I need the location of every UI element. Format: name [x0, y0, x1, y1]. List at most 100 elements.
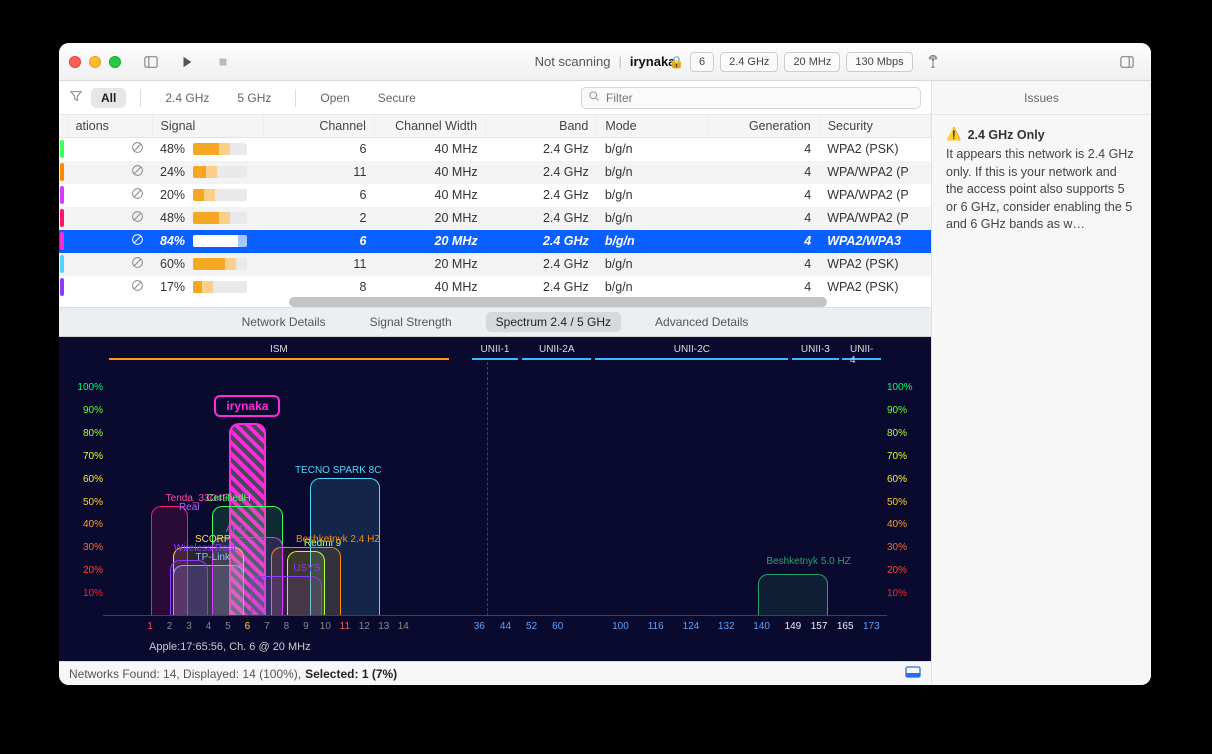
channel-tick: 149 [785, 621, 802, 632]
channel-tick: 173 [863, 621, 880, 632]
cell-mode: b/g/n [597, 253, 708, 276]
col-security[interactable]: Security [819, 115, 930, 138]
cell-security: WPA/WPA2 (P [819, 184, 930, 207]
play-scan-button[interactable] [173, 51, 201, 73]
filter-funnel-icon[interactable] [69, 89, 83, 106]
zoom-window-button[interactable] [109, 56, 121, 68]
cell-mode: b/g/n [597, 207, 708, 230]
channel-tick: 7 [264, 621, 270, 632]
signal-text: 24% [160, 165, 185, 179]
cell-width: 20 MHz [374, 230, 485, 253]
secure-icon [131, 212, 144, 226]
minimize-window-button[interactable] [89, 56, 101, 68]
table-row[interactable]: 48% 2 20 MHz 2.4 GHz b/g/n 4 WPA/WPA2 (P [59, 207, 931, 230]
pill-rate[interactable]: 130 Mbps [846, 52, 912, 72]
y-tick: 50% [887, 497, 927, 508]
signal-bar [193, 212, 247, 224]
tab-network-details[interactable]: Network Details [232, 312, 336, 332]
cell-mode: b/g/n [597, 138, 708, 161]
cell-security: WPA2 (PSK) [819, 276, 930, 299]
tab-signal-strength[interactable]: Signal Strength [360, 312, 462, 332]
pill-band[interactable]: 2.4 GHz [720, 52, 778, 72]
detail-panel-icon[interactable] [905, 666, 921, 681]
filter-open[interactable]: Open [310, 88, 359, 108]
band-label: UNII-3 [801, 344, 830, 355]
stop-scan-button[interactable] [209, 51, 237, 73]
filter-secure[interactable]: Secure [368, 88, 426, 108]
horizontal-scrollbar[interactable] [289, 297, 827, 307]
secure-icon [131, 235, 144, 249]
table-header-row: ations Signal Channel Channel Width Band… [59, 115, 931, 138]
filter-all[interactable]: All [91, 88, 126, 108]
channel-tick: 1 [147, 621, 153, 632]
signal-text: 60% [160, 257, 185, 271]
col-width[interactable]: Channel Width [374, 115, 485, 138]
channel-tick: 4 [206, 621, 212, 632]
band-label: ISM [270, 344, 288, 355]
col-signal[interactable]: Signal [152, 115, 263, 138]
pill-width[interactable]: 20 MHz [784, 52, 840, 72]
table-row[interactable]: 84% 6 20 MHz 2.4 GHz b/g/n 4 WPA2/WPA3 [59, 230, 931, 253]
channel-tick: 140 [753, 621, 770, 632]
channel-tick: 52 [526, 621, 537, 632]
issue-title: 2.4 GHz Only [968, 128, 1045, 142]
pill-channel[interactable]: 6 [690, 52, 714, 72]
col-channel[interactable]: Channel [263, 115, 374, 138]
y-tick: 70% [63, 451, 103, 462]
cell-band: 2.4 GHz [486, 276, 597, 299]
issue-item[interactable]: ⚠️ 2.4 GHz Only It appears this network … [932, 115, 1151, 246]
cell-generation: 4 [708, 230, 819, 253]
table-row[interactable]: 20% 6 40 MHz 2.4 GHz b/g/n 4 WPA/WPA2 (P [59, 184, 931, 207]
y-tick: 50% [63, 497, 103, 508]
tab-advanced-details[interactable]: Advanced Details [645, 312, 758, 332]
search-input[interactable] [606, 91, 914, 105]
close-window-button[interactable] [69, 56, 81, 68]
search-box[interactable] [581, 87, 921, 109]
sidebar-toggle-icon[interactable] [137, 51, 165, 73]
cell-channel: 11 [263, 161, 374, 184]
channel-tick: 124 [683, 621, 700, 632]
channel-tick: 12 [359, 621, 370, 632]
signal-bar [193, 258, 247, 270]
issues-sidebar-title: Issues [932, 81, 1151, 115]
col-ations[interactable]: ations [67, 115, 152, 138]
info-pills: 6 2.4 GHz 20 MHz 130 Mbps [690, 52, 913, 72]
network-shape[interactable] [170, 560, 208, 615]
y-axis-right: 100%90%80%70%60%50%40%30%20%10% [887, 387, 927, 616]
cell-channel: 6 [263, 184, 374, 207]
cell-mode: b/g/n [597, 276, 708, 299]
cell-channel: 6 [263, 138, 374, 161]
table-row[interactable]: 60% 11 20 MHz 2.4 GHz b/g/n 4 WPA2 (PSK) [59, 253, 931, 276]
cell-band: 2.4 GHz [486, 138, 597, 161]
col-band[interactable]: Band [486, 115, 597, 138]
signal-bar [193, 281, 247, 293]
signal-text: 20% [160, 188, 185, 202]
right-panel-toggle-icon[interactable] [1113, 51, 1141, 73]
network-shape[interactable] [758, 574, 829, 615]
antenna-icon[interactable] [919, 51, 947, 73]
issue-body: It appears this network is 2.4 GHz only.… [946, 146, 1137, 234]
app-window: Not scanning | irynaka 🔒 6 2.4 GHz 20 MH… [59, 43, 1151, 685]
cell-band: 2.4 GHz [486, 184, 597, 207]
secure-icon [131, 166, 144, 180]
y-tick: 10% [63, 588, 103, 599]
tab-spectrum[interactable]: Spectrum 2.4 / 5 GHz [486, 312, 621, 332]
channel-tick: 157 [811, 621, 828, 632]
network-label: Beshketnyk 2.4 HZ [296, 534, 380, 545]
table-row[interactable]: 17% 8 40 MHz 2.4 GHz b/g/n 4 WPA2 (PSK) [59, 276, 931, 299]
filter-24ghz[interactable]: 2.4 GHz [155, 88, 219, 108]
channel-tick: 6 [245, 621, 251, 632]
signal-bar [193, 166, 247, 178]
y-tick: 60% [63, 474, 103, 485]
filter-5ghz[interactable]: 5 GHz [227, 88, 281, 108]
y-tick: 40% [63, 519, 103, 530]
table-row[interactable]: 48% 6 40 MHz 2.4 GHz b/g/n 4 WPA2 (PSK) [59, 138, 931, 161]
col-generation[interactable]: Generation [708, 115, 819, 138]
signal-text: 84% [160, 234, 185, 248]
channel-tick: 44 [500, 621, 511, 632]
table-row[interactable]: 24% 11 40 MHz 2.4 GHz b/g/n 4 WPA/WPA2 (… [59, 161, 931, 184]
scan-status: Not scanning [535, 54, 611, 69]
col-mode[interactable]: Mode [597, 115, 708, 138]
channel-tick: 60 [552, 621, 563, 632]
y-tick: 30% [887, 542, 927, 553]
